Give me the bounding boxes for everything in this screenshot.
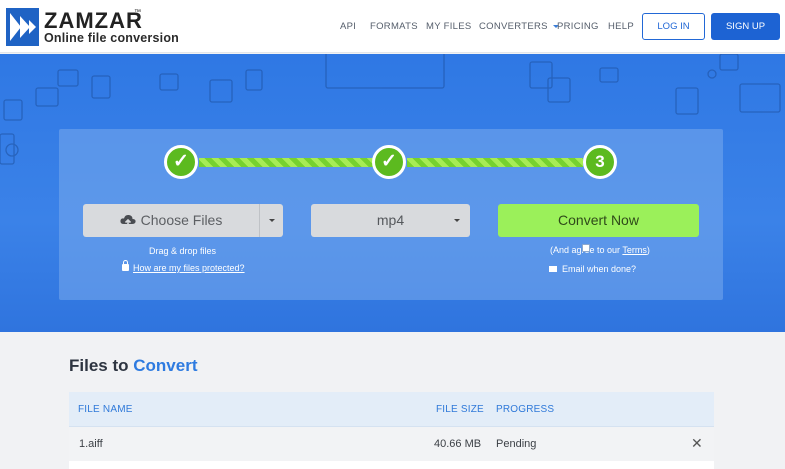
envelope-icon <box>549 265 557 272</box>
format-value: mp4 <box>376 212 405 228</box>
nav-api[interactable]: API <box>340 21 356 32</box>
step-1-complete: ✓ <box>164 145 198 179</box>
nav-help[interactable]: HELP <box>608 21 634 32</box>
step-3-current: 3 <box>583 145 617 179</box>
caret-down-icon <box>269 219 275 222</box>
column-progress: PROGRESS <box>496 404 555 415</box>
checkmark-icon: ✓ <box>381 151 397 172</box>
caret-down-icon <box>454 219 460 222</box>
nav-pricing[interactable]: PRICING <box>557 21 599 32</box>
choose-source-dropdown[interactable] <box>259 204 283 237</box>
brand-tagline: Online file conversion <box>44 31 179 45</box>
converter-panel: ✓ ✓ 3 Choose Files Drag & drop files How… <box>59 129 723 300</box>
files-section-title: Files to Convert <box>69 356 197 376</box>
choose-files-label: Choose Files <box>140 212 223 228</box>
choose-files-button[interactable]: Choose Files <box>83 204 259 237</box>
step-connector-1 <box>199 158 375 167</box>
column-file-name: FILE NAME <box>78 404 133 415</box>
email-option: Email when done? <box>549 264 636 274</box>
terms-agreement: (And agree to our Terms) <box>550 245 650 255</box>
checkmark-icon: ✓ <box>173 151 189 172</box>
convert-now-button[interactable]: Convert Now <box>498 204 699 237</box>
file-name-cell: 1.aiff <box>79 438 103 450</box>
choose-files-control: Choose Files <box>83 204 283 237</box>
remove-file-icon[interactable]: ✕ <box>691 435 703 452</box>
zamzar-logo-icon[interactable] <box>6 8 39 46</box>
converter-hero: ✓ ✓ 3 Choose Files Drag & drop files How… <box>0 54 785 332</box>
files-title-part1: Files to <box>69 356 129 375</box>
files-protected-link[interactable]: How are my files protected? <box>133 263 245 273</box>
step-number: 3 <box>595 152 605 171</box>
table-row: 1.aiff 40.66 MB Pending ✕ <box>69 427 714 461</box>
column-file-size: FILE SIZE <box>436 404 484 415</box>
files-table: FILE NAME FILE SIZE PROGRESS 1.aiff 40.6… <box>69 392 714 469</box>
drag-drop-hint: Drag & drop files <box>149 246 217 256</box>
agree-suffix: ) <box>646 245 650 255</box>
progress-cell: Pending <box>496 438 537 450</box>
step-2-complete: ✓ <box>372 145 406 179</box>
nav-converters-dropdown[interactable]: CONVERTERS <box>479 21 559 32</box>
site-header: ZAMZAR ™ Online file conversion API FORM… <box>0 0 785 53</box>
nav-formats[interactable]: FORMATS <box>370 21 418 32</box>
files-title-part2: Convert <box>133 356 198 375</box>
step-connector-2 <box>407 158 583 167</box>
lock-icon <box>122 260 129 272</box>
email-label: Email when done? <box>562 264 637 274</box>
login-button[interactable]: LOG IN <box>642 13 705 40</box>
email-when-done-checkbox[interactable] <box>582 244 590 252</box>
upload-cloud-icon <box>120 214 136 226</box>
table-header: FILE NAME FILE SIZE PROGRESS <box>69 392 714 427</box>
file-size-cell: 40.66 MB <box>434 438 482 450</box>
signup-button[interactable]: SIGN UP <box>711 13 780 40</box>
format-select[interactable]: mp4 <box>311 204 470 237</box>
terms-link[interactable]: Terms <box>622 245 647 255</box>
nav-my-files[interactable]: MY FILES <box>426 21 472 32</box>
trademark-mark: ™ <box>134 9 141 16</box>
protection-info: How are my files protected? <box>122 260 245 273</box>
